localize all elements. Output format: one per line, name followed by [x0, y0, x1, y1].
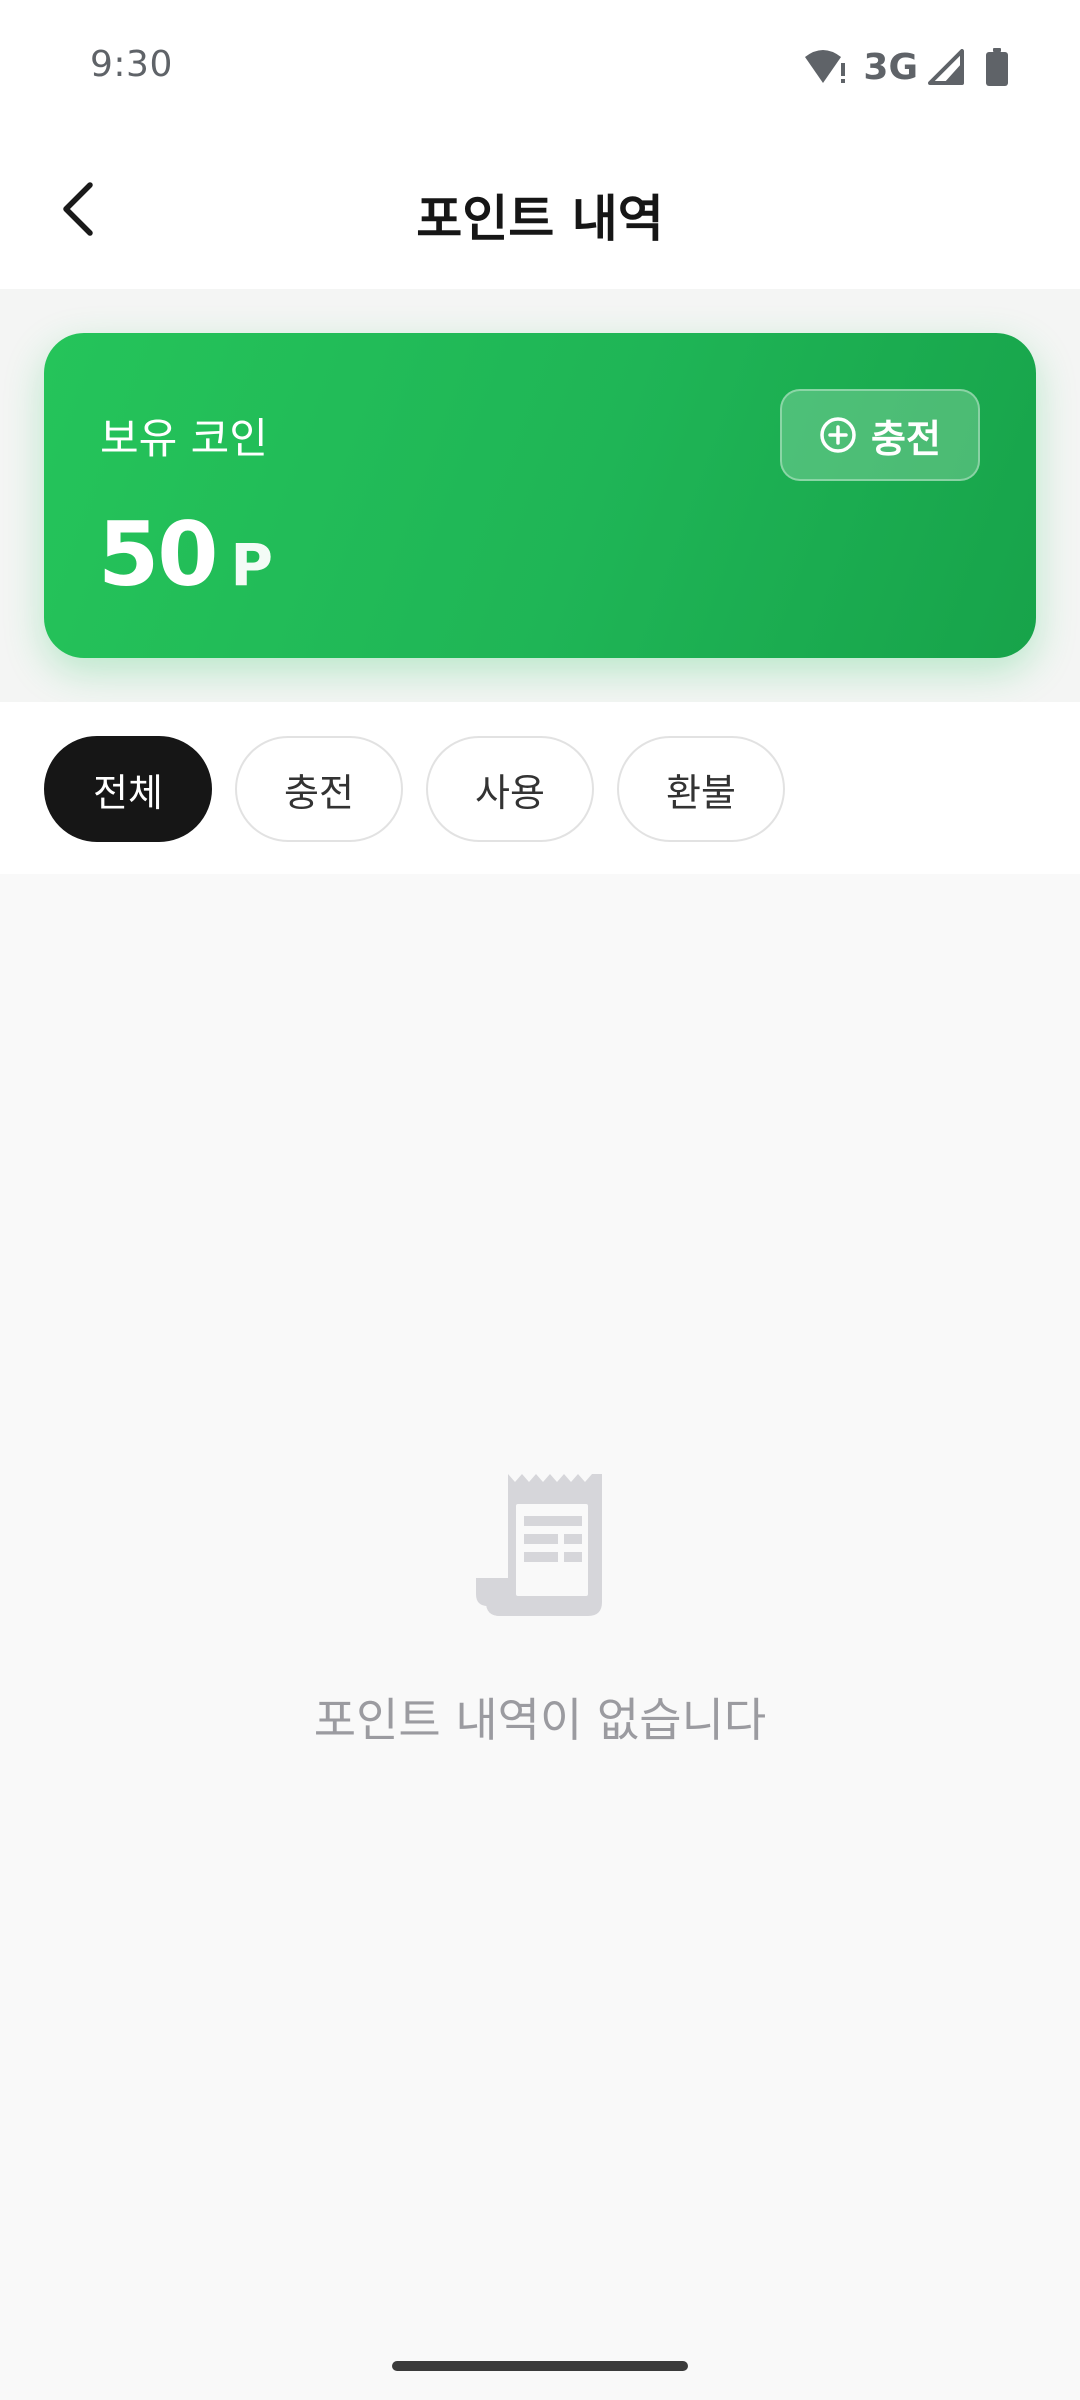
status-time: 9:30 [90, 44, 173, 85]
filter-chip-use[interactable]: 사용 [426, 736, 594, 842]
screen: 9:30 3G 포인트 내역 보유 코인 50 P 충전 전체 충전 사용 환불… [0, 0, 1080, 2400]
signal-icon [926, 49, 966, 85]
status-bar: 9:30 3G [0, 0, 1080, 135]
card-area: 보유 코인 50 P 충전 [0, 289, 1080, 702]
filter-chip-refund[interactable]: 환불 [617, 736, 785, 842]
balance-label: 보유 코인 [100, 414, 268, 463]
balance-unit: P [230, 531, 273, 599]
charge-button-label: 충전 [871, 416, 941, 461]
status-icons: 3G [803, 44, 1008, 90]
app-header: 포인트 내역 [0, 135, 1080, 289]
filter-chip-all[interactable]: 전체 [44, 736, 212, 842]
empty-message: 포인트 내역이 없습니다 [313, 1693, 767, 1747]
battery-icon [986, 48, 1008, 86]
home-indicator[interactable] [392, 2361, 688, 2371]
page-title: 포인트 내역 [416, 190, 664, 248]
balance-amount: 50 P [98, 503, 273, 606]
receipt-icon [0, 1470, 1080, 1624]
network-type: 3G [863, 46, 918, 88]
empty-state: 포인트 내역이 없습니다 [0, 1470, 1080, 1750]
charge-button[interactable]: 충전 [780, 389, 980, 481]
balance-value: 50 [98, 503, 218, 606]
plus-circle-icon [819, 416, 857, 454]
balance-card: 보유 코인 50 P 충전 [44, 333, 1036, 658]
filter-chip-charge[interactable]: 충전 [235, 736, 403, 842]
wifi-alert-icon [803, 47, 849, 87]
filter-bar: 전체 충전 사용 환불 [0, 702, 1080, 874]
